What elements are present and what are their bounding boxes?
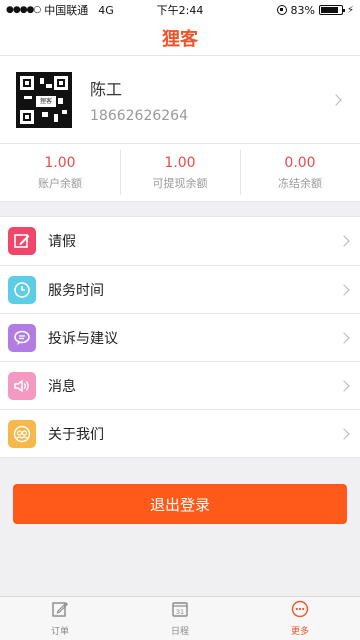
chevron-right-icon — [338, 379, 350, 392]
qr-finder-pattern — [20, 75, 34, 90]
status-time: 下午2:44 — [156, 4, 204, 17]
logout-button[interactable]: 退出登录 — [13, 484, 347, 524]
speaker-icon — [8, 371, 36, 400]
qr-module — [58, 97, 63, 104]
profile-name: 陈工 — [90, 79, 123, 99]
tab-label: 订单 — [50, 627, 69, 637]
profile-card[interactable]: 狸客 陈工 18662626264 — [0, 56, 360, 144]
battery-fill — [320, 7, 338, 13]
withdrawable-balance[interactable]: 1.00 可提现余额 — [120, 144, 240, 201]
balance-label: 账户余额 — [38, 176, 82, 190]
chevron-right-icon — [330, 93, 342, 106]
menu-item-label: 消息 — [48, 378, 76, 395]
battery-icon — [318, 5, 345, 15]
menu-item-service-time[interactable]: 服务时间 — [0, 265, 360, 313]
menu-item-label: 关于我们 — [48, 426, 104, 443]
page-title: 狸客 — [162, 28, 198, 50]
menu-item-label: 投诉与建议 — [48, 330, 118, 347]
qr-code-image: 狸客 — [16, 71, 72, 128]
tab-more[interactable]: 更多 — [240, 597, 360, 640]
qr-finder-pattern — [20, 109, 34, 124]
menu-item-label: 请假 — [48, 234, 76, 250]
group-icon — [8, 419, 36, 448]
qr-module — [46, 83, 52, 88]
chat-icon — [8, 323, 36, 352]
balance-summary: 1.00 账户余额 1.00 可提现余额 0.00 冻结余额 — [0, 144, 360, 202]
logout-section: 退出登录 — [0, 458, 360, 524]
settings-menu: 请假 服务时间 投诉与建议 消息 关于我们 — [0, 216, 360, 458]
chevron-right-icon — [338, 283, 350, 296]
status-bar: ●●●●○ 中国联通 4G 下午2:44 83% ⚡ — [0, 0, 360, 20]
qr-module — [40, 77, 44, 84]
qr-module — [24, 95, 32, 99]
balance-value: 1.00 — [164, 154, 196, 171]
menu-item-about[interactable]: 关于我们 — [0, 409, 360, 457]
calendar-day: 31 — [176, 608, 184, 616]
chevron-right-icon — [338, 331, 350, 344]
menu-item-label: 服务时间 — [48, 282, 104, 299]
profile-phone: 18662626264 — [90, 107, 188, 124]
nav-bar: 狸客 — [0, 20, 360, 56]
account-balance[interactable]: 1.00 账户余额 — [0, 144, 120, 201]
rotation-lock-icon — [276, 5, 287, 15]
qr-logo: 狸客 — [36, 95, 56, 107]
tab-label: 日程 — [170, 627, 189, 637]
qr-module — [62, 109, 67, 114]
chevron-right-icon — [338, 235, 350, 247]
chevron-right-icon — [338, 427, 350, 440]
more-icon — [291, 600, 309, 622]
qr-module — [54, 113, 58, 122]
balance-value: 1.00 — [44, 154, 76, 171]
balance-label: 可提现余额 — [152, 176, 208, 190]
balance-label: 冻结余额 — [278, 176, 322, 190]
menu-item-leave[interactable]: 请假 — [0, 217, 360, 265]
tab-schedule[interactable]: 31 日程 — [120, 597, 240, 640]
tab-bar: 订单 31 日程 更多 — [0, 596, 360, 640]
balance-value: 0.00 — [284, 154, 316, 171]
tab-label: 更多 — [290, 627, 309, 637]
menu-item-messages[interactable]: 消息 — [0, 361, 360, 409]
qr-module — [42, 111, 48, 117]
qr-finder-pattern — [54, 75, 68, 90]
edit-icon — [51, 600, 69, 622]
profile-text: 陈工 18662626264 — [90, 76, 332, 124]
menu-item-feedback[interactable]: 投诉与建议 — [0, 313, 360, 361]
edit-icon — [8, 227, 36, 255]
tab-orders[interactable]: 订单 — [0, 597, 120, 640]
clock-icon — [8, 275, 36, 304]
calendar-icon: 31 — [171, 600, 189, 622]
frozen-balance[interactable]: 0.00 冻结余额 — [240, 144, 360, 201]
